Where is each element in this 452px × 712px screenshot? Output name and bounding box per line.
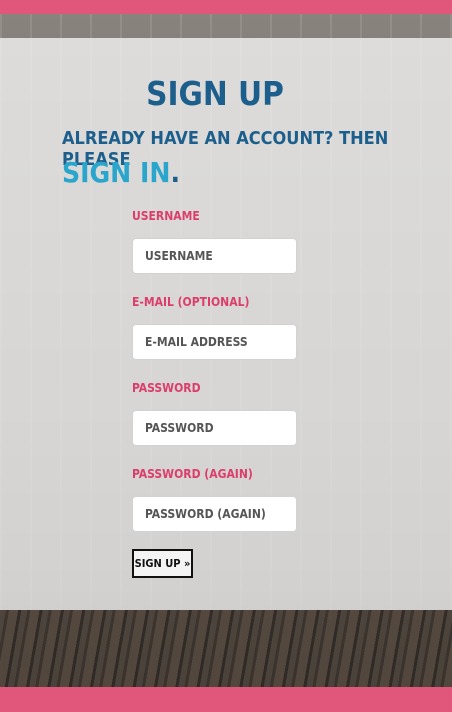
username-label: USERNAME	[132, 209, 200, 223]
password-again-label: PASSWORD (AGAIN)	[132, 467, 253, 481]
username-input[interactable]	[132, 238, 297, 274]
signin-line: SIGN IN.	[62, 156, 180, 189]
email-label: E-MAIL (OPTIONAL)	[132, 295, 250, 309]
password-label: PASSWORD	[132, 381, 201, 395]
top-accent-bar	[0, 0, 452, 14]
password-input[interactable]	[132, 410, 297, 446]
bottom-accent-bar	[0, 687, 452, 712]
page-title: SIGN UP	[146, 74, 284, 113]
signin-link[interactable]: SIGN IN	[62, 156, 170, 189]
password-again-input[interactable]	[132, 496, 297, 532]
background-floor	[0, 610, 452, 687]
email-input[interactable]	[132, 324, 297, 360]
sign-up-button[interactable]: SIGN UP »	[132, 549, 193, 578]
signin-period: .	[170, 156, 181, 189]
